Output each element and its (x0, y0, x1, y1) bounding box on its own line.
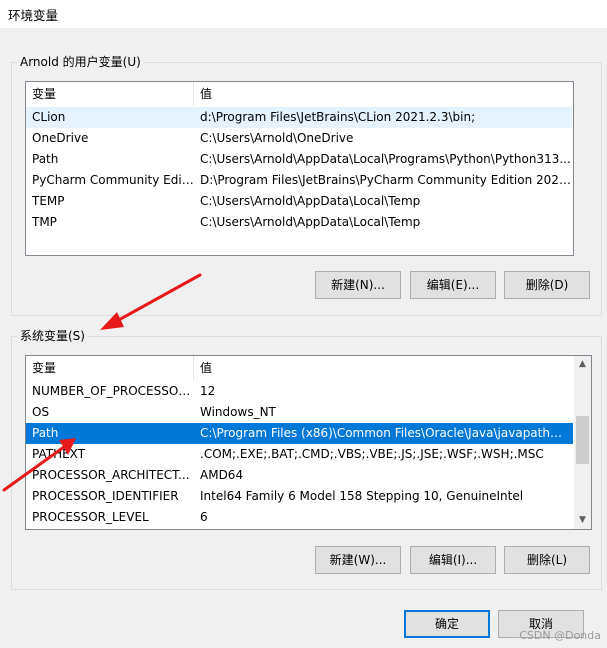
system-var-name: NUMBER_OF_PROCESSORS (32, 384, 194, 398)
title-bar: 环境变量 (0, 0, 607, 28)
user-var-name: TEMP (32, 194, 65, 208)
system-var-row-selected[interactable]: Path C:\Program Files (x86)\Common Files… (26, 423, 573, 444)
system-var-row[interactable]: NUMBER_OF_PROCESSORS 12 (26, 381, 566, 402)
user-var-name: Path (32, 152, 59, 166)
user-var-row[interactable]: PyCharm Community Editi... D:\Program Fi… (26, 170, 572, 191)
system-edit-button[interactable]: 编辑(I)... (410, 546, 496, 574)
system-variables-list-header: 变量 值 (26, 356, 566, 380)
user-var-value: C:\Users\Arnold\AppData\Local\Temp (200, 194, 421, 208)
system-variables-list[interactable]: 变量 值 NUMBER_OF_PROCESSORS 12 OS Windows_… (25, 355, 592, 530)
scroll-up-icon[interactable]: ▲ (574, 356, 591, 373)
system-var-value: AMD64 (200, 468, 244, 482)
system-new-button[interactable]: 新建(W)... (315, 546, 401, 574)
system-var-value: .COM;.EXE;.BAT;.CMD;.VBS;.VBE;.JS;.JSE;.… (200, 447, 544, 461)
user-delete-button[interactable]: 删除(D) (504, 271, 590, 299)
user-var-row[interactable]: Path C:\Users\Arnold\AppData\Local\Progr… (26, 149, 572, 170)
system-var-name: OS (32, 405, 50, 419)
ok-button[interactable]: 确定 (404, 610, 490, 638)
system-var-row[interactable]: PROCESSOR_ARCHITECT... AMD64 (26, 465, 566, 486)
column-header-variable[interactable]: 变量 (26, 356, 194, 380)
user-var-name: PyCharm Community Editi... (32, 173, 194, 187)
column-header-value[interactable]: 值 (194, 82, 572, 106)
user-var-value: C:\Users\Arnold\AppData\Local\Programs\P… (200, 152, 571, 166)
system-var-name: PROCESSOR_IDENTIFIER (32, 489, 179, 503)
system-var-row[interactable]: OS Windows_NT (26, 402, 566, 423)
system-var-value: C:\Program Files (x86)\Common Files\Orac… (200, 426, 566, 440)
window-title: 环境变量 (8, 8, 59, 23)
watermark: CSDN @Donda (519, 629, 601, 642)
system-var-row[interactable]: PROCESSOR_IDENTIFIER Intel64 Family 6 Mo… (26, 486, 566, 507)
column-header-variable[interactable]: 变量 (26, 82, 194, 106)
system-var-row[interactable]: PATHEXT .COM;.EXE;.BAT;.CMD;.VBS;.VBE;.J… (26, 444, 566, 465)
system-variables-group-label: 系统变量(S) (17, 327, 88, 344)
user-var-row[interactable]: CLion d:\Program Files\JetBrains\CLion 2… (26, 107, 572, 128)
system-var-name: PATHEXT (32, 447, 86, 461)
scrollbar-thumb[interactable] (576, 416, 589, 464)
system-variables-scrollbar[interactable]: ▲ ▼ (574, 356, 591, 529)
user-variables-list[interactable]: 变量 值 CLion d:\Program Files\JetBrains\CL… (25, 81, 574, 256)
user-var-name: TMP (32, 215, 57, 229)
user-var-name: CLion (32, 110, 66, 124)
system-var-value: Intel64 Family 6 Model 158 Stepping 10, … (200, 489, 524, 503)
system-var-name: PROCESSOR_LEVEL (32, 510, 149, 524)
system-var-value: Windows_NT (200, 405, 276, 419)
user-variables-group-label: Arnold 的用户变量(U) (17, 53, 144, 70)
system-var-name: PROCESSOR_ARCHITECT... (32, 468, 190, 482)
user-var-value: C:\Users\Arnold\OneDrive (200, 131, 354, 145)
user-var-row[interactable]: TMP C:\Users\Arnold\AppData\Local\Temp (26, 212, 572, 233)
system-var-name: Path (32, 426, 59, 440)
user-var-value: D:\Program Files\JetBrains\PyCharm Commu… (200, 173, 572, 187)
scroll-down-icon[interactable]: ▼ (574, 512, 591, 529)
system-var-value: 12 (200, 384, 216, 398)
system-var-value: 6 (200, 510, 208, 524)
column-header-value[interactable]: 值 (194, 356, 566, 380)
user-var-value: d:\Program Files\JetBrains\CLion 2021.2.… (200, 110, 476, 124)
system-delete-button[interactable]: 删除(L) (504, 546, 590, 574)
system-var-row[interactable]: PROCESSOR_LEVEL 6 (26, 507, 566, 528)
user-var-row[interactable]: OneDrive C:\Users\Arnold\OneDrive (26, 128, 572, 149)
user-variables-list-header: 变量 值 (26, 82, 572, 106)
user-var-row[interactable]: TEMP C:\Users\Arnold\AppData\Local\Temp (26, 191, 572, 212)
user-new-button[interactable]: 新建(N)... (315, 271, 401, 299)
user-edit-button[interactable]: 编辑(E)... (410, 271, 496, 299)
user-var-name: OneDrive (32, 131, 89, 145)
user-var-value: C:\Users\Arnold\AppData\Local\Temp (200, 215, 421, 229)
